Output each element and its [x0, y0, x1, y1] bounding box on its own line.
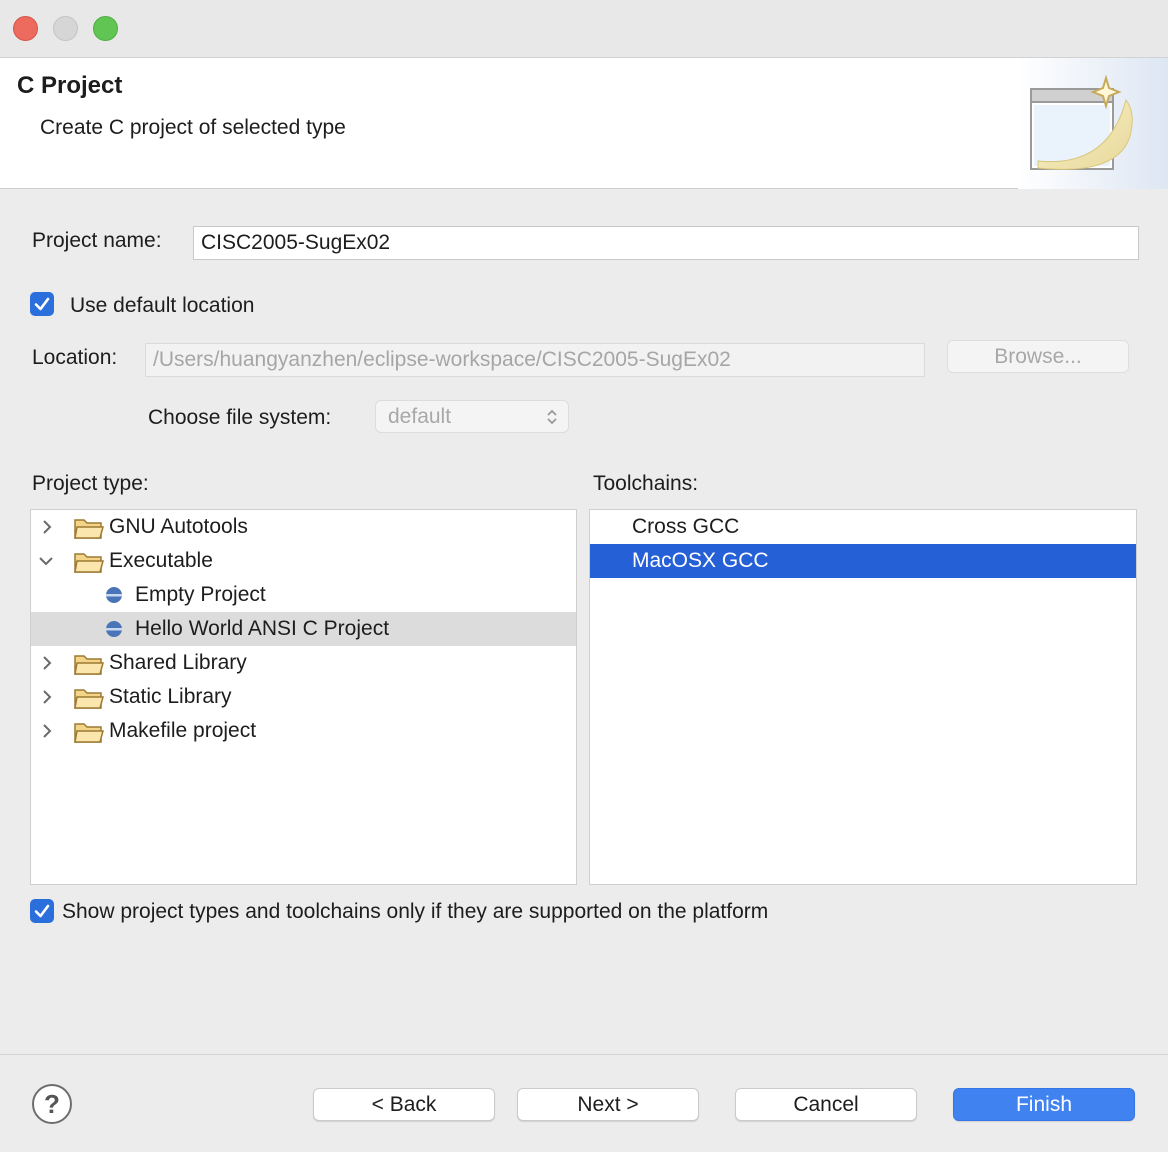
tree-item-gnu-autotools[interactable]: GNU Autotools: [31, 510, 576, 544]
toolchain-label: Cross GCC: [632, 515, 740, 538]
updown-chevron-icon: [547, 409, 557, 425]
file-system-label: Choose file system:: [148, 406, 332, 429]
supported-platform-only-checkbox[interactable]: [30, 899, 54, 923]
tree-item-empty-project[interactable]: Empty Project: [31, 578, 576, 612]
tree-item-executable[interactable]: Executable: [31, 544, 576, 578]
cancel-button[interactable]: Cancel: [735, 1088, 917, 1121]
finish-button[interactable]: Finish: [953, 1088, 1135, 1121]
chevron-right-icon[interactable]: [39, 519, 55, 535]
project-type-label: Project type:: [32, 472, 149, 495]
help-icon[interactable]: ?: [32, 1084, 72, 1124]
folder-icon: [74, 519, 104, 539]
toolchain-label: MacOSX GCC: [632, 549, 769, 572]
tree-item-hello-world-ansi-c[interactable]: Hello World ANSI C Project: [31, 612, 576, 646]
chevron-down-icon[interactable]: [38, 553, 54, 569]
folder-icon: [74, 723, 104, 743]
toolchains-label: Toolchains:: [593, 472, 699, 495]
next-button[interactable]: Next >: [517, 1088, 699, 1121]
close-window-button[interactable]: [13, 16, 38, 41]
checkmark-icon: [34, 297, 50, 311]
location-input[interactable]: /Users/huangyanzhen/eclipse-workspace/CI…: [145, 343, 925, 377]
project-name-label: Project name:: [32, 229, 162, 252]
project-template-icon: [106, 621, 122, 637]
open-folder-icon: [74, 553, 104, 573]
checkmark-icon: [34, 904, 50, 918]
wizard-subtitle: Create C project of selected type: [40, 116, 346, 139]
use-default-location-checkbox[interactable]: [30, 292, 54, 316]
toolchains-list[interactable]: Cross GCC MacOSX GCC: [589, 509, 1137, 885]
project-name-input[interactable]: CISC2005-SugEx02: [193, 226, 1139, 260]
chevron-right-icon[interactable]: [39, 689, 55, 705]
tree-item-label: Executable: [109, 549, 213, 572]
tree-item-label: GNU Autotools: [109, 515, 248, 538]
tree-item-label: Hello World ANSI C Project: [135, 617, 390, 640]
minimize-window-button[interactable]: [53, 16, 78, 41]
use-default-location-label: Use default location: [70, 294, 255, 317]
file-system-select[interactable]: default: [375, 400, 569, 433]
back-button[interactable]: < Back: [313, 1088, 495, 1121]
folder-icon: [74, 689, 104, 709]
toolchain-item-cross-gcc[interactable]: Cross GCC: [590, 510, 1136, 544]
file-system-value: default: [388, 405, 452, 428]
tree-item-label: Shared Library: [109, 651, 247, 674]
tree-item-label: Static Library: [109, 685, 232, 708]
location-label: Location:: [32, 346, 118, 369]
new-project-wizard-icon: [1018, 58, 1168, 189]
tree-item-shared-library[interactable]: Shared Library: [31, 646, 576, 680]
browse-button[interactable]: Browse...: [947, 340, 1129, 373]
project-template-icon: [106, 587, 122, 603]
project-type-tree[interactable]: GNU Autotools Executable Empty Project H…: [30, 509, 577, 885]
wizard-title: C Project: [17, 72, 123, 99]
chevron-right-icon[interactable]: [39, 655, 55, 671]
tree-item-label: Makefile project: [109, 719, 257, 742]
folder-icon: [74, 655, 104, 675]
toolchain-item-macosx-gcc[interactable]: MacOSX GCC: [590, 544, 1136, 578]
tree-item-label: Empty Project: [135, 583, 266, 606]
supported-platform-only-label: Show project types and toolchains only i…: [62, 900, 769, 923]
zoom-window-button[interactable]: [93, 16, 118, 41]
chevron-right-icon[interactable]: [39, 723, 55, 739]
footer-divider: [0, 1054, 1168, 1055]
window-titlebar: [0, 0, 1168, 58]
wizard-header: C Project Create C project of selected t…: [0, 58, 1168, 189]
tree-item-static-library[interactable]: Static Library: [31, 680, 576, 714]
tree-item-makefile-project[interactable]: Makefile project: [31, 714, 576, 748]
